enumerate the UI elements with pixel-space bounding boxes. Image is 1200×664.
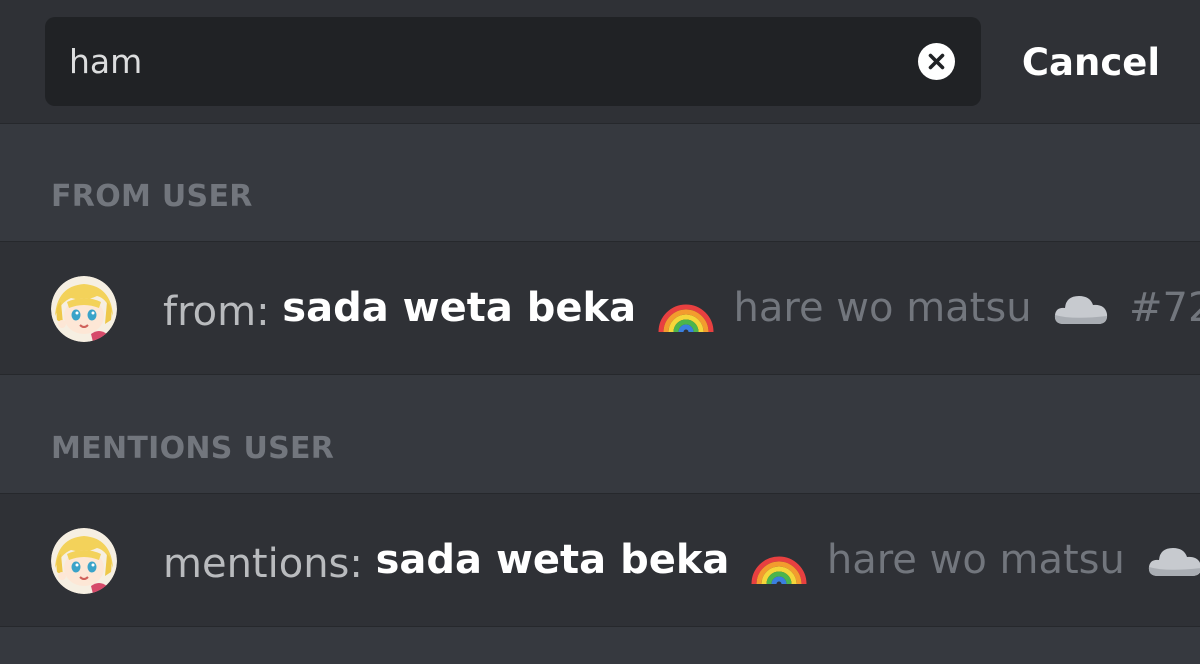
section-header-mentions-user: MENTIONS USER [51, 431, 335, 466]
suggestion-row-mentions-user[interactable]: mentions: sada weta beka hare wo matsu #… [0, 493, 1200, 627]
cloud-emoji-icon [1055, 296, 1108, 324]
suggestion-row-from-user[interactable]: from: sada weta beka hare wo matsu #7256 [0, 241, 1200, 375]
section-header-from-user: FROM USER [51, 179, 253, 214]
search-input[interactable] [69, 39, 909, 83]
clear-search-icon[interactable] [918, 43, 955, 80]
suggestion-text: mentions: sada weta beka hare wo matsu #… [163, 534, 1200, 587]
username: sada weta beka [282, 285, 637, 331]
rainbow-emoji-icon [751, 556, 807, 585]
avatar [51, 528, 117, 594]
user-discriminator: #7256 [1129, 285, 1200, 331]
username: sada weta beka [375, 537, 730, 583]
custom-status-text: hare wo matsu [733, 285, 1032, 331]
avatar [51, 276, 117, 342]
custom-status-text: hare wo matsu [826, 537, 1125, 583]
search-bar: Cancel [0, 0, 1200, 124]
filter-prefix: mentions: [163, 541, 363, 587]
cloud-emoji-icon [1148, 548, 1200, 576]
filter-prefix: from: [163, 289, 270, 335]
suggestion-text: from: sada weta beka hare wo matsu #7256 [163, 282, 1200, 335]
cancel-button[interactable]: Cancel [1005, 38, 1177, 88]
search-box[interactable] [45, 17, 981, 106]
rainbow-emoji-icon [658, 304, 714, 333]
